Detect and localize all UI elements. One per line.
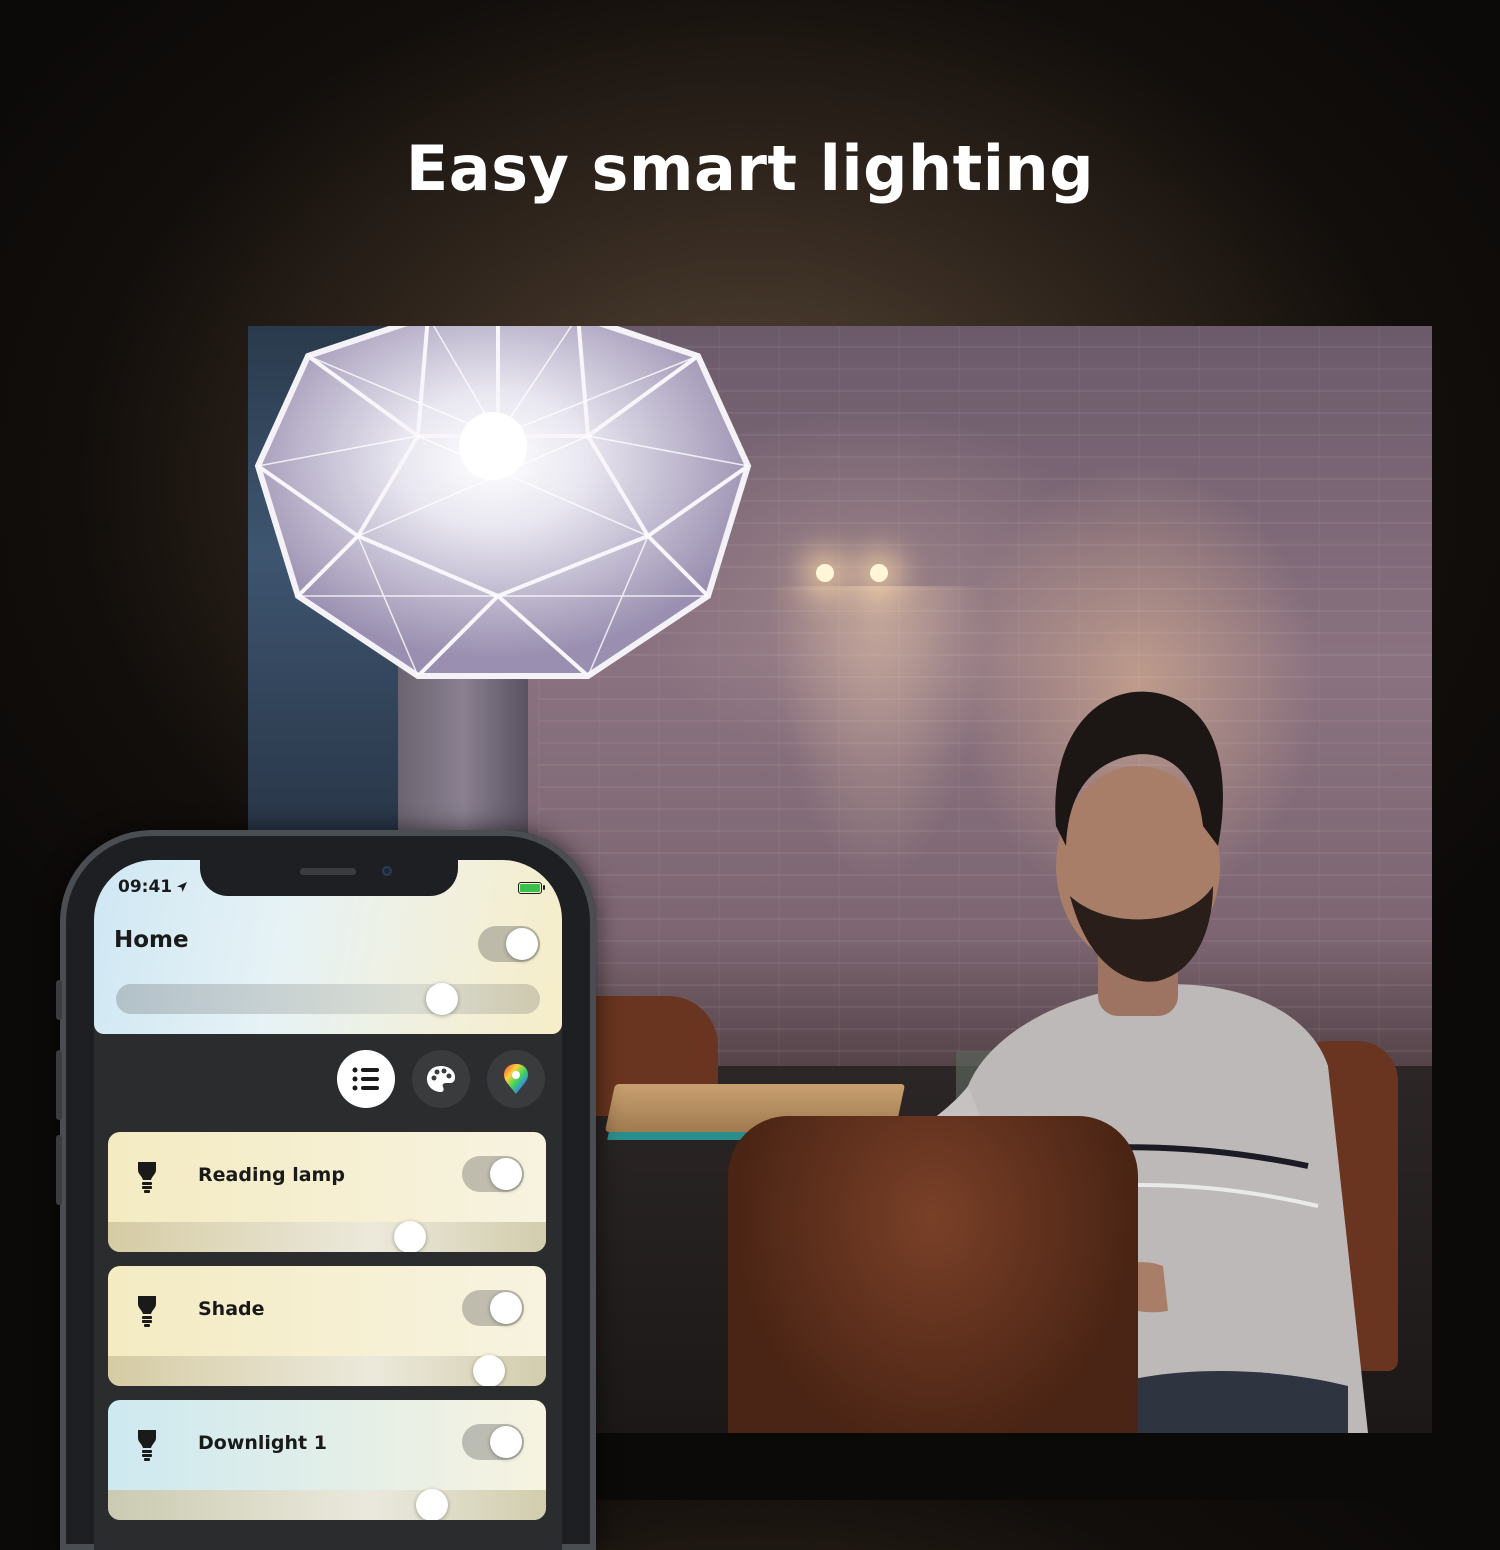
light-toggle[interactable] xyxy=(462,1424,524,1460)
color-picker-button[interactable] xyxy=(487,1050,545,1108)
light-toggle[interactable] xyxy=(462,1290,524,1326)
slider-knob[interactable] xyxy=(426,983,459,1015)
light-brightness-slider[interactable] xyxy=(108,1489,546,1520)
scenes-button[interactable] xyxy=(412,1050,470,1108)
palette-icon xyxy=(427,1066,455,1092)
light-brightness-slider[interactable] xyxy=(108,1221,546,1252)
status-time: 09:41 xyxy=(118,877,173,897)
slider-knob[interactable] xyxy=(416,1489,449,1520)
home-brightness-slider[interactable] xyxy=(116,983,540,1015)
speaker xyxy=(300,868,356,875)
toggle-knob xyxy=(490,1158,522,1190)
light-toggle[interactable] xyxy=(462,1156,524,1192)
phone-side-button xyxy=(56,1135,62,1205)
toggle-knob xyxy=(490,1426,522,1458)
front-camera xyxy=(382,866,392,876)
phone-side-button xyxy=(56,980,62,1020)
light-card[interactable]: Shade xyxy=(108,1266,546,1386)
light-label: Downlight 1 xyxy=(198,1432,327,1454)
home-title: Home xyxy=(114,927,189,953)
pendant-lamp xyxy=(254,326,752,679)
home-toggle[interactable] xyxy=(478,926,540,962)
location-arrow-icon xyxy=(177,882,187,892)
list-icon xyxy=(352,1067,379,1091)
chair xyxy=(728,1116,1138,1433)
phone-screen: 09:41 Home Reading lamp Shade Downlight … xyxy=(94,860,562,1550)
headline: Easy smart lighting xyxy=(405,132,1095,205)
smartphone: 09:41 Home Reading lamp Shade Downlight … xyxy=(56,830,596,1550)
bulb-icon xyxy=(136,1428,158,1466)
light-brightness-slider[interactable] xyxy=(108,1355,546,1386)
light-label: Shade xyxy=(198,1298,265,1320)
battery-icon xyxy=(518,882,545,894)
bulb-icon xyxy=(136,1294,158,1332)
slider-knob[interactable] xyxy=(394,1221,427,1252)
light-card[interactable]: Reading lamp xyxy=(108,1132,546,1252)
phone-side-button xyxy=(56,1050,62,1120)
slider-knob[interactable] xyxy=(473,1355,506,1386)
list-view-button[interactable] xyxy=(337,1050,395,1108)
notch xyxy=(200,860,458,896)
light-card[interactable]: Downlight 1 xyxy=(108,1400,546,1520)
toggle-knob xyxy=(490,1292,522,1324)
toggle-knob xyxy=(506,928,538,960)
bulb-icon xyxy=(136,1160,158,1198)
light-label: Reading lamp xyxy=(198,1164,345,1186)
color-picker-icon xyxy=(504,1064,528,1094)
